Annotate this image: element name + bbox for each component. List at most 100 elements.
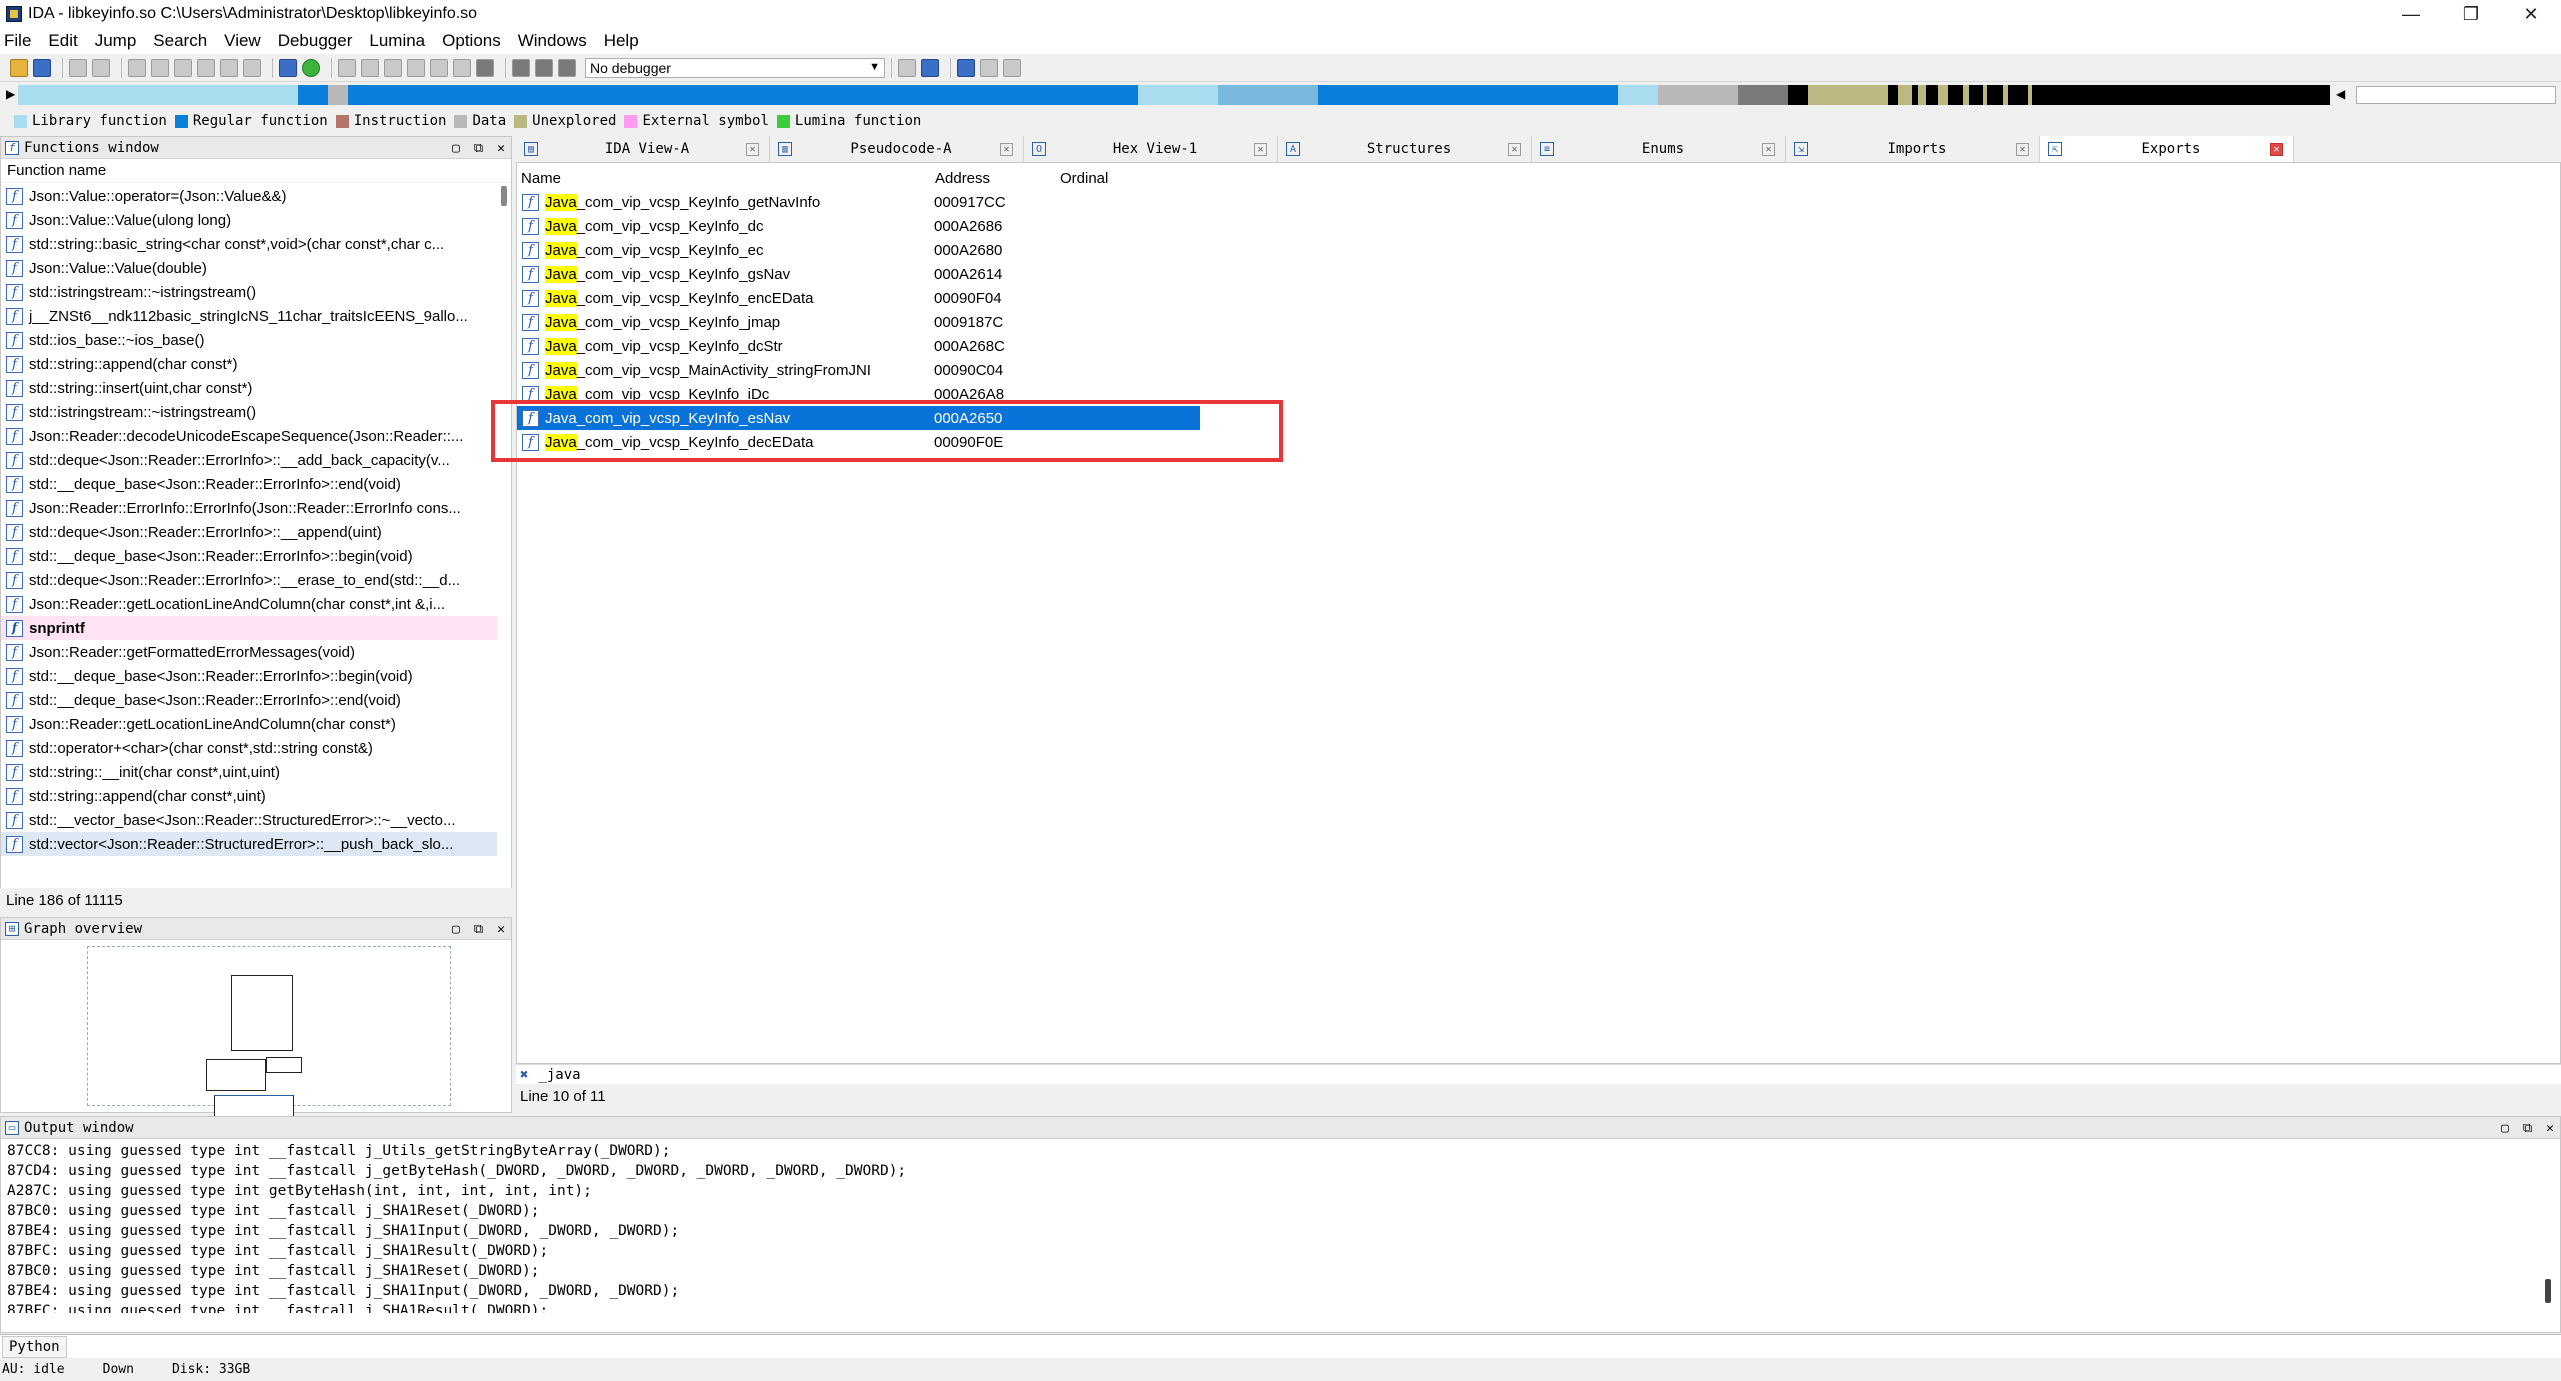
float-icon[interactable]: ⧉ [2523,1121,2532,1136]
menu-view[interactable]: View [224,31,261,51]
scroll-thumb[interactable] [501,186,507,206]
graph-overview-canvas[interactable] [87,946,451,1135]
scroll-thumb[interactable] [2545,1279,2551,1303]
down-arrow-icon[interactable] [220,58,238,77]
exports-filter-bar[interactable]: ✖ _java [516,1064,2561,1084]
function-row[interactable]: f std::istringstream::~istringstream() [1,400,497,424]
save-icon[interactable] [33,58,51,77]
forward-arrow-icon[interactable] [92,58,110,77]
address-column-header[interactable]: Address [931,170,1056,187]
open-file-icon[interactable] [10,58,28,77]
close-icon[interactable]: ✕ [1000,142,1013,156]
function-row[interactable]: f std::__deque_base<Json::Reader::ErrorIn… [1,688,497,712]
export-row[interactable]: f Java _com_vip_vcsp_KeyInfo_getNavInfo 000… [517,190,1200,214]
export-row[interactable]: f Java _com_vip_vcsp_KeyInfo_jmap 0009187C [517,310,1200,334]
function-row[interactable]: f snprintf [1,616,497,640]
tab-enums[interactable]: ≡ Enums ✕ [1532,136,1786,162]
plugin-icon[interactable] [407,58,425,77]
settings-icon[interactable] [1003,58,1021,77]
attach-icon[interactable] [898,58,916,77]
export-row[interactable]: f Java _com_vip_vcsp_MainActivity_stringFr… [517,358,1200,382]
menu-jump[interactable]: Jump [95,31,137,51]
debugger-select[interactable]: No debugger ▼ [585,57,885,78]
patch-icon[interactable] [197,58,215,77]
function-row[interactable]: f Json::Value::Value(ulong long) [1,208,497,232]
script-icon[interactable] [384,58,402,77]
layout-icon[interactable] [957,58,975,77]
function-row[interactable]: f std::vector<Json::Reader::StructuredErr… [1,832,497,856]
function-name-column-header[interactable]: Function name [1,159,511,183]
function-row[interactable]: f Json::Reader::getLocationLineAndColumn(… [1,592,497,616]
copy-icon[interactable] [128,58,146,77]
export-row[interactable]: f Java _com_vip_vcsp_KeyInfo_encEData 00090… [517,286,1200,310]
clipboard-icon[interactable] [174,58,192,77]
tab-pseudocode-a[interactable]: ▥ Pseudocode-A ✕ [770,136,1024,162]
function-row[interactable]: f std::ios_base::~ios_base() [1,328,497,352]
function-row[interactable]: f Json::Reader::decodeUnicodeEscapeSequen… [1,424,497,448]
function-row[interactable]: f std::deque<Json::Reader::ErrorInfo>::__… [1,448,497,472]
function-row[interactable]: f Json::Value::operator=(Json::Value&&) [1,184,497,208]
minimize-button[interactable]: — [2381,0,2441,28]
navigation-band[interactable] [18,85,2330,105]
green-circle-icon[interactable] [302,58,320,77]
restore-icon[interactable]: ▢ [452,141,460,156]
export-row[interactable]: f Java _com_vip_vcsp_KeyInfo_ec 000A2680 [517,238,1200,262]
function-row[interactable]: f std::__deque_base<Json::Reader::ErrorIn… [1,472,497,496]
tools-icon[interactable] [430,58,448,77]
close-icon[interactable]: ✕ [497,922,505,937]
function-row[interactable]: f j__ZNSt6__ndk112basic_stringIcNS_11char… [1,304,497,328]
play-icon[interactable] [512,58,530,77]
bookmark-icon[interactable] [980,58,998,77]
function-row[interactable]: f std::istringstream::~istringstream() [1,280,497,304]
function-row[interactable]: f std::deque<Json::Reader::ErrorInfo>::__… [1,568,497,592]
python-console[interactable]: Python [0,1334,2561,1358]
close-icon[interactable]: ✕ [2016,142,2029,156]
filter-clear-icon[interactable]: ✖ [520,1067,528,1083]
float-icon[interactable]: ⧉ [474,141,483,156]
sync-icon[interactable] [921,58,939,77]
function-row[interactable]: f std::__vector_base<Json::Reader::Struct… [1,808,497,832]
menu-windows[interactable]: Windows [518,31,587,51]
name-column-header[interactable]: Name [517,170,931,187]
functions-scrollbar[interactable] [498,184,511,544]
function-row[interactable]: f Json::Reader::ErrorInfo::ErrorInfo(Json… [1,496,497,520]
stop-icon[interactable] [558,58,576,77]
export-row[interactable]: f Java _com_vip_vcsp_KeyInfo_gsNav 000A2614 [517,262,1200,286]
menu-edit[interactable]: Edit [48,31,77,51]
ordinal-column-header[interactable]: Ordinal [1056,170,1172,187]
function-row[interactable]: f std::string::append(char const*,uint) [1,784,497,808]
function-row[interactable]: f Json::Reader::getLocationLineAndColumn(… [1,712,497,736]
close-icon[interactable]: ✕ [2546,1121,2554,1136]
menu-search[interactable]: Search [153,31,207,51]
function-icon[interactable] [338,58,356,77]
output-scrollbar[interactable] [2544,1143,2552,1317]
function-row[interactable]: f std::operator+<char>(char const*,std::s… [1,736,497,760]
menu-debugger[interactable]: Debugger [278,31,353,51]
export-row[interactable]: f Java _com_vip_vcsp_KeyInfo_dc 000A2686 [517,214,1200,238]
close-icon[interactable]: ✕ [1254,142,1267,156]
export-row[interactable]: f Java _com_vip_vcsp_KeyInfo_dcStr 000A268C [517,334,1200,358]
function-row[interactable]: f std::string::append(char const*) [1,352,497,376]
close-icon[interactable]: ✕ [1762,142,1775,156]
pause-icon[interactable] [535,58,553,77]
close-icon[interactable]: ✕ [1508,142,1521,156]
menu-options[interactable]: Options [442,31,501,51]
function-row[interactable]: f std::deque<Json::Reader::ErrorInfo>::__… [1,520,497,544]
function-row[interactable]: f Json::Reader::getFormattedErrorMessages… [1,640,497,664]
close-icon[interactable]: ✕ [2270,142,2283,156]
tab-structures[interactable]: A Structures ✕ [1278,136,1532,162]
menu-file[interactable]: File [4,31,31,51]
function-row[interactable]: f std::string::insert(uint,char const*) [1,376,497,400]
tab-ida-view-a[interactable]: ▤ IDA View-A ✕ [516,136,770,162]
restore-icon[interactable]: ▢ [2501,1121,2509,1136]
tab-exports[interactable]: ⇱ Exports ✕ [2040,136,2294,162]
function-row[interactable]: f Json::Value::Value(double) [1,256,497,280]
graph-icon[interactable] [361,58,379,77]
menu-help[interactable]: Help [604,31,639,51]
paste-icon[interactable] [151,58,169,77]
cross-icon[interactable] [476,58,494,77]
step-icon[interactable] [243,58,261,77]
address-combo[interactable] [2356,86,2556,104]
close-button[interactable]: ✕ [2501,0,2561,28]
text-view-icon[interactable] [279,58,297,77]
